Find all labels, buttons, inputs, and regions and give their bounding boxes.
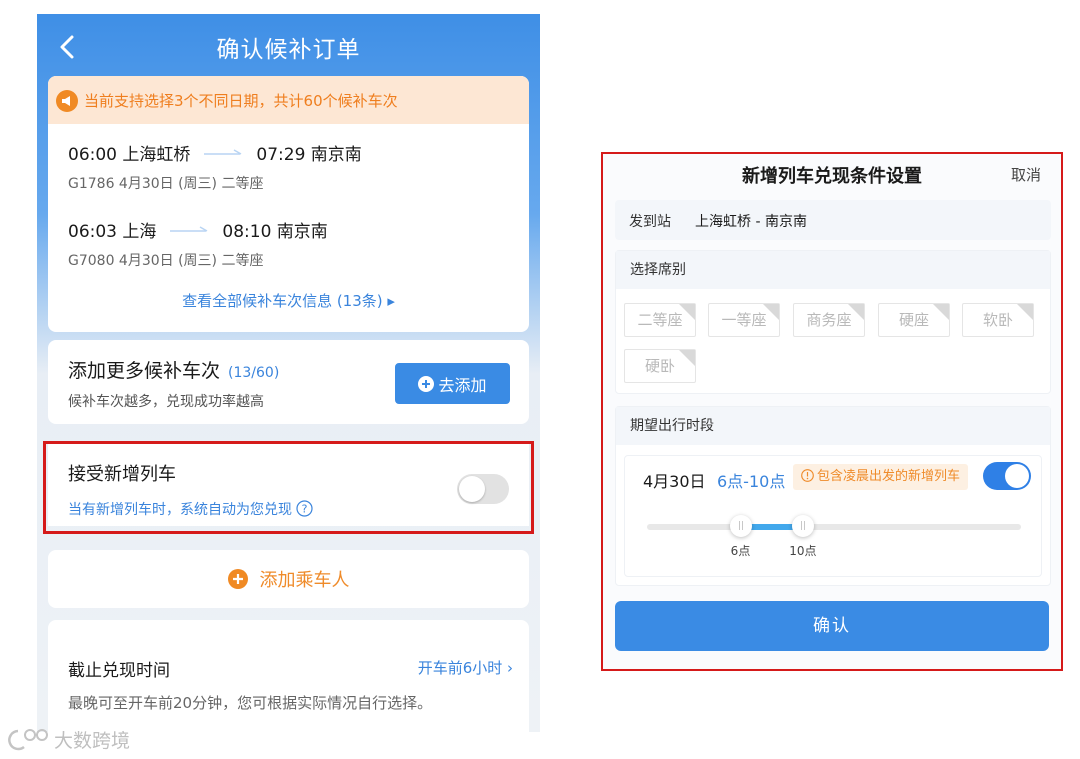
time-range-slider[interactable] — [647, 515, 1021, 537]
plus-circle-icon — [227, 569, 248, 589]
early-departure-note-text: 包含凌晨出发的新增列车 — [817, 469, 961, 484]
train-depart: 06:00 上海虹桥 — [68, 145, 191, 165]
waitlist-trains-card: 当前支持选择3个不同日期，共计60个候补车次 06:00 上海虹桥 07:29 … — [48, 76, 529, 332]
go-add-label: 去添加 — [438, 375, 487, 395]
slider-handle-start[interactable] — [729, 515, 752, 537]
add-more-title: 添加更多候补车次 — [68, 360, 221, 382]
slot-date: 4月30日 — [643, 472, 706, 491]
train-depart: 06:03 上海 — [68, 222, 157, 242]
seat-option[interactable]: 商务座 — [793, 303, 865, 337]
route-value: 上海虹桥 - 南京南 — [695, 214, 807, 230]
seat-option[interactable]: 二等座 — [624, 303, 696, 337]
megaphone-icon — [56, 90, 78, 112]
time-slot-item: 4月30日 6点-10点 包含凌晨出发的新增列车 6点 10点 — [624, 455, 1042, 577]
slot-range: 6点-10点 — [717, 472, 786, 491]
add-more-trains-card: 添加更多候补车次 (13/60) 候补车次越多，兑现成功率越高 去添加 — [48, 340, 529, 424]
cancel-button[interactable]: 取消 — [1011, 164, 1041, 185]
plus-circle-icon — [418, 375, 435, 392]
confirm-button[interactable]: 确认 — [615, 601, 1049, 651]
deadline-card: 截止兑现时间 开车前6小时 › 最晚可至开车前20分钟，您可根据实际情况自行选择… — [48, 620, 529, 732]
slider-start-label: 6点 — [730, 544, 751, 558]
train-detail: G7080 4月30日 (周三) 二等座 — [68, 253, 264, 269]
view-all-trains-link[interactable]: 查看全部候补车次信息 (13条) ▸ — [48, 290, 529, 311]
seat-option[interactable]: 一等座 — [708, 303, 780, 337]
dialog-title: 新增列车兑现条件设置 — [742, 166, 922, 187]
train-arrive: 08:10 南京南 — [222, 222, 328, 242]
seat-option[interactable]: 硬座 — [878, 303, 950, 337]
seat-class-panel: 选择席别 二等座 一等座 商务座 硬座 软卧 硬卧 — [615, 250, 1051, 394]
seat-option[interactable]: 硬卧 — [624, 349, 696, 383]
travel-time-title: 期望出行时段 — [630, 418, 714, 434]
train-arrive: 07:29 南京南 — [256, 145, 362, 165]
route-row: 发到站 上海虹桥 - 南京南 — [615, 200, 1051, 240]
deadline-value-link[interactable]: 开车前6小时 › — [418, 657, 513, 678]
notice-text: 当前支持选择3个不同日期，共计60个候补车次 — [84, 92, 398, 110]
top-bar: 确认候补订单 — [37, 14, 540, 78]
order-screen: 确认候补订单 当前支持选择3个不同日期，共计60个候补车次 06:00 上海虹桥… — [37, 14, 540, 732]
train-detail: G1786 4月30日 (周三) 二等座 — [68, 176, 264, 192]
toggle-knob — [1005, 464, 1029, 488]
highlight-box — [43, 441, 534, 534]
go-add-button[interactable]: 去添加 — [395, 363, 510, 404]
train-item: 06:00 上海虹桥 07:29 南京南 G1786 4月30日 (周三) 二等… — [68, 140, 508, 193]
page-title: 确认候补订单 — [216, 37, 361, 63]
add-more-subtitle: 候补车次越多，兑现成功率越高 — [68, 394, 264, 410]
route-arrow-icon — [170, 225, 208, 232]
watermark-logo-icon — [8, 728, 48, 750]
info-circle-icon — [801, 469, 814, 482]
deadline-subtitle: 最晚可至开车前20分钟，您可根据实际情况自行选择。 — [68, 694, 433, 712]
new-train-conditions-dialog: 新增列车兑现条件设置 取消 发到站 上海虹桥 - 南京南 选择席别 二等座 一等… — [601, 152, 1063, 671]
seat-class-title: 选择席别 — [630, 262, 686, 278]
slider-end-label: 10点 — [789, 544, 817, 558]
watermark: 大数跨境 — [8, 726, 130, 753]
seat-option[interactable]: 软卧 — [962, 303, 1034, 337]
route-label: 发到站 — [629, 214, 671, 230]
route-arrow-icon — [204, 148, 242, 155]
add-passenger-button[interactable]: 添加乘车人 — [48, 550, 529, 608]
travel-time-panel: 期望出行时段 4月30日 6点-10点 包含凌晨出发的新增列车 6点 10点 — [615, 406, 1051, 586]
add-passenger-label: 添加乘车人 — [259, 570, 350, 591]
early-departure-note: 包含凌晨出发的新增列车 — [793, 464, 969, 490]
notice-banner: 当前支持选择3个不同日期，共计60个候补车次 — [48, 76, 529, 124]
add-more-count: (13/60) — [228, 365, 280, 381]
slider-handle-end[interactable] — [791, 515, 814, 537]
train-item: 06:03 上海 08:10 南京南 G7080 4月30日 (周三) 二等座 — [68, 217, 508, 270]
deadline-title: 截止兑现时间 — [68, 661, 170, 681]
time-slot-toggle[interactable] — [983, 462, 1031, 490]
watermark-text: 大数跨境 — [54, 730, 131, 752]
